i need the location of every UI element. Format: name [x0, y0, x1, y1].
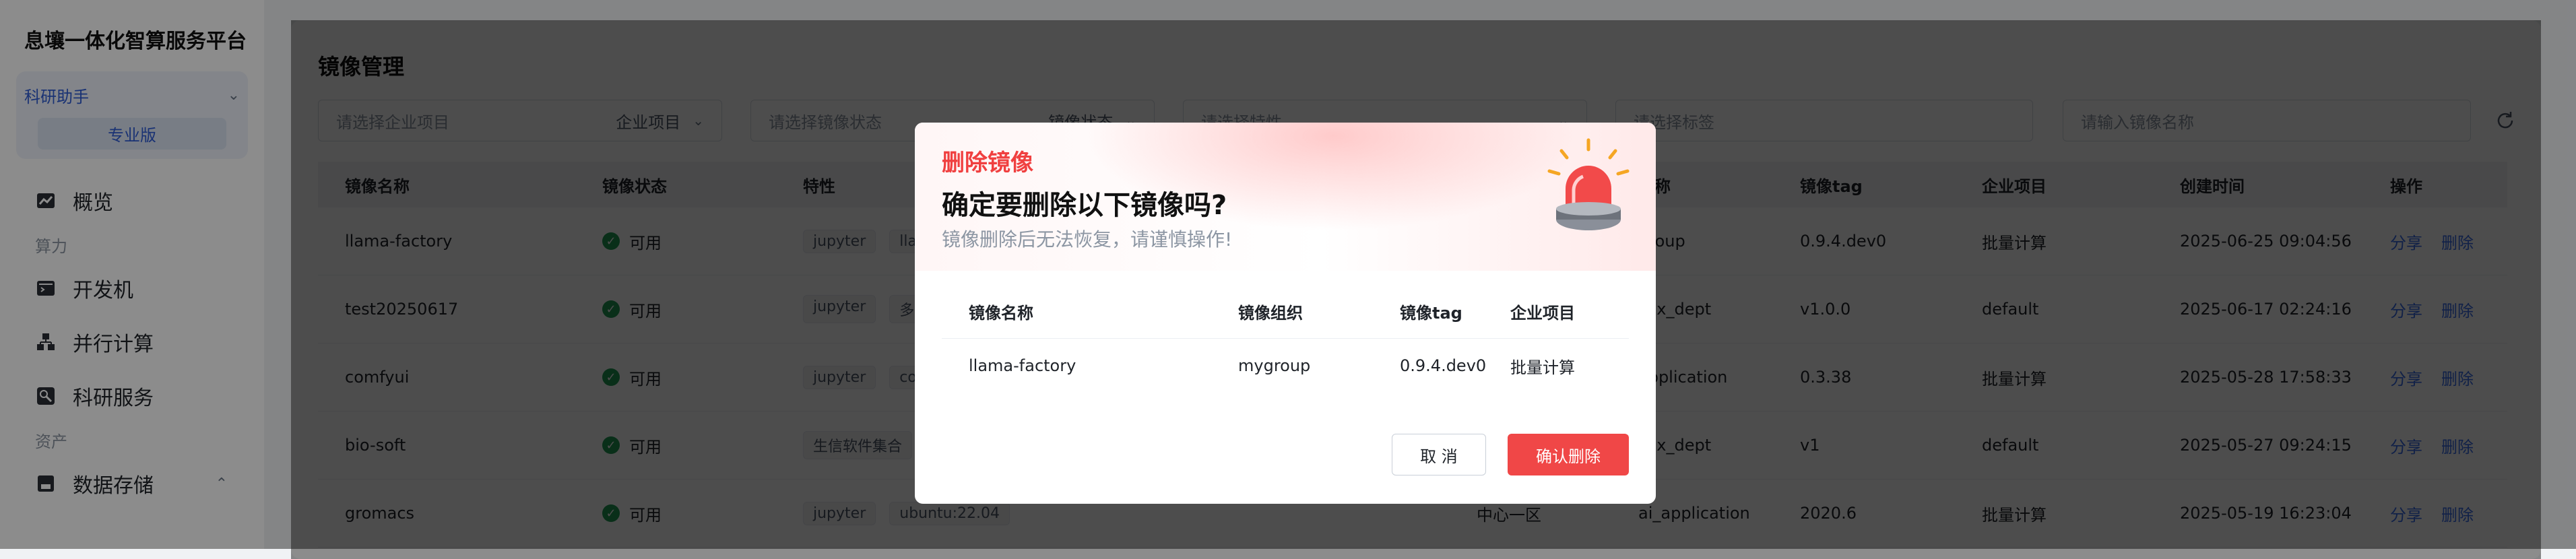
dialog-cell-project: 批量计算 [1510, 358, 1575, 377]
dialog-th-name: 镜像名称 [969, 303, 1033, 323]
dialog-table: 镜像名称 镜像组织 镜像tag 企业项目 llama-factory mygro… [942, 284, 1629, 393]
dialog-kicker: 删除镜像 [942, 150, 1033, 176]
alarm-siren-icon [1547, 138, 1630, 230]
dialog-cell-org: mygroup [1238, 356, 1311, 375]
cancel-button[interactable]: 取 消 [1392, 434, 1486, 475]
confirm-delete-button[interactable]: 确认删除 [1508, 434, 1629, 475]
dialog-table-header: 镜像名称 镜像组织 镜像tag 企业项目 [942, 284, 1629, 339]
dialog-subtitle: 镜像删除后无法恢复，请谨慎操作! [942, 228, 1233, 251]
delete-image-dialog: 删除镜像 确定要删除以下镜像吗? 镜像删除后无法恢复，请谨慎操作! 镜像名称 镜… [915, 123, 1656, 504]
dialog-th-org: 镜像组织 [1238, 303, 1303, 323]
dialog-cell-name: llama-factory [969, 356, 1076, 375]
dialog-title: 确定要删除以下镜像吗? [942, 190, 1227, 221]
dialog-table-row: llama-factory mygroup 0.9.4.dev0 批量计算 [942, 339, 1629, 393]
dialog-th-project: 企业项目 [1510, 303, 1575, 323]
dialog-cell-tag: 0.9.4.dev0 [1400, 356, 1487, 375]
dialog-th-tag: 镜像tag [1400, 303, 1462, 323]
